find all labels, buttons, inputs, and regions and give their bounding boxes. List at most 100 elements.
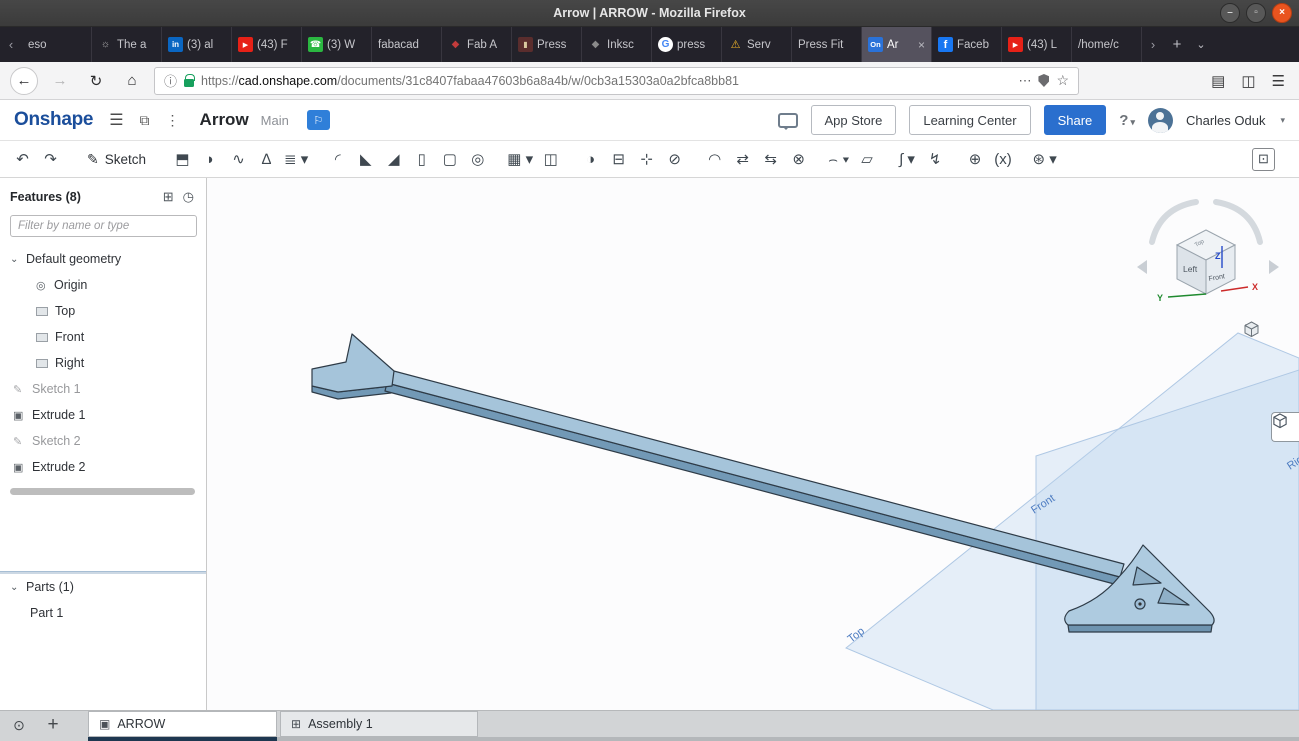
feature-sketch-1[interactable]: ✎ Sketch 1: [0, 376, 206, 402]
browser-tab[interactable]: Press Fit: [792, 27, 862, 62]
view-cube[interactable]: Top Left Front Y X Z: [1137, 199, 1279, 303]
loft-icon[interactable]: ∆: [254, 147, 279, 172]
browser-tab-onshape-active[interactable]: On Ar ×: [862, 27, 932, 62]
helix-icon[interactable]: ↯: [923, 147, 948, 172]
back-button[interactable]: ←: [10, 66, 38, 95]
mate-connector-icon[interactable]: ⊕: [963, 147, 988, 172]
mirror-icon[interactable]: ◫: [538, 147, 563, 172]
page-actions-icon[interactable]: ⋯: [1018, 73, 1031, 89]
browser-tab-youtube[interactable]: ▶ (43) F: [232, 27, 302, 62]
menu-icon[interactable]: ☰: [1272, 72, 1285, 90]
browser-tab[interactable]: fabacad: [372, 27, 442, 62]
info-icon[interactable]: ⓘ: [164, 71, 177, 90]
comment-icon[interactable]: [777, 112, 798, 130]
add-tab-icon[interactable]: +: [40, 714, 66, 736]
close-button[interactable]: ×: [1272, 3, 1292, 23]
scroll-tabs-left-icon[interactable]: ‹: [0, 27, 22, 62]
plane-tool-icon[interactable]: ▱: [855, 147, 880, 172]
browser-tab-youtube[interactable]: ▶ (43) L: [1002, 27, 1072, 62]
boolean-icon[interactable]: ◑: [578, 147, 603, 172]
minimize-button[interactable]: –: [1220, 3, 1240, 23]
pan-right-icon[interactable]: [1269, 260, 1279, 274]
fletching-top-face[interactable]: [311, 333, 395, 393]
history-clock-icon[interactable]: ◷: [183, 189, 194, 205]
shell-icon[interactable]: ▢: [437, 147, 462, 172]
pan-left-icon[interactable]: [1137, 260, 1147, 274]
rotate-arrow-right-icon[interactable]: [1213, 199, 1263, 245]
chevron-down-icon[interactable]: ⌄: [10, 582, 26, 593]
chamfer-icon[interactable]: ◣: [353, 147, 378, 172]
help-button[interactable]: ? ▾: [1119, 112, 1135, 129]
list-all-tabs-icon[interactable]: ⌄: [1190, 27, 1212, 62]
user-name[interactable]: Charles Oduk: [1186, 113, 1265, 128]
parts-section[interactable]: ⌄ Parts (1): [0, 574, 206, 600]
window-titlebar[interactable]: Arrow | ARROW - Mozilla Firefox – ▫ ×: [0, 0, 1299, 27]
delete-face-icon[interactable]: ⊗: [786, 147, 811, 172]
horizontal-scrollbar[interactable]: [10, 488, 195, 495]
library-icon[interactable]: ▤: [1211, 72, 1225, 90]
part-item-1[interactable]: Part 1: [0, 600, 206, 626]
modify-fillet-icon[interactable]: ◠: [702, 147, 727, 172]
tab-manager-icon[interactable]: ⊙: [6, 714, 32, 736]
onshape-logo[interactable]: Onshape: [14, 109, 94, 131]
sketch-button[interactable]: ✎ Sketch: [78, 146, 155, 173]
browser-tab-linkedin[interactable]: in (3) al: [162, 27, 232, 62]
viewport[interactable]: Top Front Right Top Left Front Y X Z: [207, 178, 1299, 710]
feature-sketch-2[interactable]: ✎ Sketch 2: [0, 428, 206, 454]
tree-item-top-plane[interactable]: Top: [0, 298, 206, 324]
shaft-side-face[interactable]: [384, 382, 1121, 586]
chevron-down-icon[interactable]: ▾: [1280, 115, 1285, 126]
tree-item-origin[interactable]: ◎ Origin: [0, 272, 206, 298]
document-title[interactable]: Arrow: [200, 110, 249, 130]
share-button[interactable]: Share: [1043, 105, 1107, 135]
shaft-top-face[interactable]: [386, 369, 1125, 578]
draft-icon[interactable]: ◢: [381, 147, 406, 172]
browser-tab[interactable]: /home/c: [1072, 27, 1142, 62]
home-button[interactable]: ⌂: [118, 67, 146, 95]
browser-tab-google[interactable]: Gpress: [652, 27, 722, 62]
shield-icon[interactable]: [1038, 74, 1050, 87]
thicken-icon[interactable]: ≣ ▾: [282, 147, 310, 172]
surface-icon[interactable]: ⌢ ▾: [826, 147, 851, 172]
fillet-icon[interactable]: ◜: [325, 147, 350, 172]
move-face-icon[interactable]: ⇄: [730, 147, 755, 172]
tree-item-right-plane[interactable]: Right: [0, 350, 206, 376]
redo-icon[interactable]: ↷: [38, 147, 63, 172]
reload-button[interactable]: ↻: [82, 67, 110, 95]
browser-tab-fabacademy[interactable]: ◆ Fab A: [442, 27, 512, 62]
tabs-scrollbar[interactable]: [277, 737, 1299, 741]
browser-tab-inkscape[interactable]: ◆ Inksc: [582, 27, 652, 62]
app-store-button[interactable]: App Store: [810, 105, 897, 135]
url-bar[interactable]: ⓘ https://cad.onshape.com/documents/31c8…: [154, 66, 1079, 95]
rib-icon[interactable]: ▯: [409, 147, 434, 172]
document-menu-icon[interactable]: ☰: [109, 110, 123, 130]
curve-icon[interactable]: ∫ ▾: [895, 147, 920, 172]
sweep-icon[interactable]: ∿: [226, 147, 251, 172]
workspace-branch-icon[interactable]: ⚐: [306, 110, 330, 130]
linear-pattern-icon[interactable]: ▦ ▾: [505, 147, 535, 172]
workspace-name[interactable]: Main: [261, 113, 289, 128]
display-options-button[interactable]: ▾: [1243, 321, 1259, 338]
features-filter-input[interactable]: [10, 215, 197, 237]
history-icon[interactable]: ⋮: [166, 112, 180, 129]
revolve-icon[interactable]: ◗: [198, 147, 223, 172]
close-tab-icon[interactable]: ×: [918, 38, 925, 52]
partstudio-tab-arrow[interactable]: ▣ ARROW: [88, 711, 277, 737]
split-icon[interactable]: ⊟: [606, 147, 631, 172]
feature-extrude-1[interactable]: ▣ Extrude 1: [0, 402, 206, 428]
delete-part-icon[interactable]: ⊘: [662, 147, 687, 172]
browser-tab[interactable]: eso: [22, 27, 92, 62]
undo-icon[interactable]: ↶: [10, 147, 35, 172]
chevron-down-icon[interactable]: ⌄: [10, 254, 26, 265]
assembly-tab[interactable]: ⊞ Assembly 1: [280, 711, 478, 737]
rotate-arrow-left-icon[interactable]: [1149, 199, 1199, 245]
browser-tab[interactable]: ☼ The a: [92, 27, 162, 62]
avatar[interactable]: [1147, 107, 1173, 133]
learning-center-button[interactable]: Learning Center: [909, 105, 1031, 135]
tree-item-front-plane[interactable]: Front: [0, 324, 206, 350]
sidebar-icon[interactable]: ◫: [1241, 72, 1255, 90]
new-tab-button[interactable]: +: [1164, 27, 1190, 62]
replace-face-icon[interactable]: ⇆: [758, 147, 783, 172]
extrude-icon[interactable]: ⬒: [170, 147, 195, 172]
browser-tab[interactable]: ▮ Press: [512, 27, 582, 62]
